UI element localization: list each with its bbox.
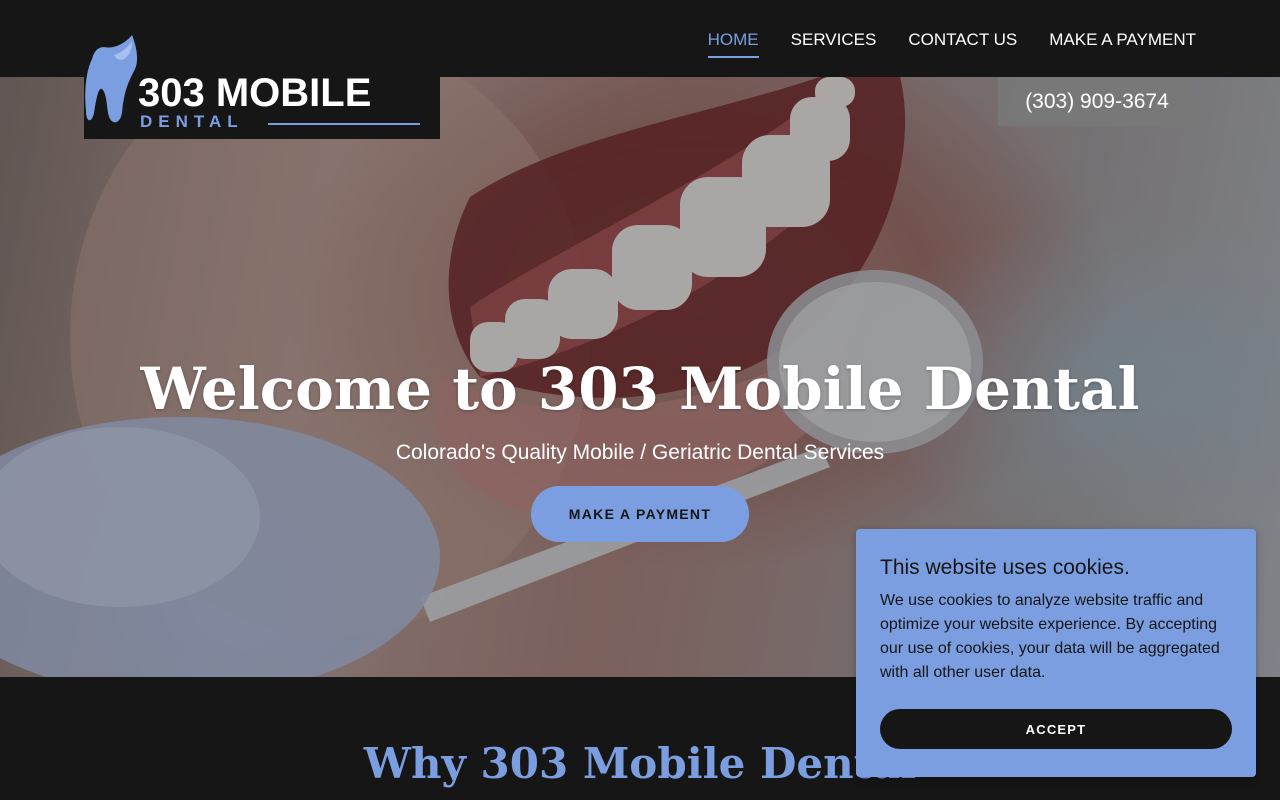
logo-wordmark: 303 MOBILE: [138, 71, 372, 115]
make-a-payment-button[interactable]: MAKE A PAYMENT: [531, 486, 749, 542]
nav-make-a-payment-link[interactable]: MAKE A PAYMENT: [1049, 30, 1196, 58]
cookie-banner-title: This website uses cookies.: [880, 556, 1130, 579]
cookie-accept-button[interactable]: ACCEPT: [880, 709, 1232, 749]
site-logo[interactable]: 303 MOBILE DENTAL: [84, 31, 440, 139]
nav-services-link[interactable]: SERVICES: [791, 30, 877, 58]
logo-rule: [268, 123, 420, 125]
main-nav: HOME SERVICES CONTACT US MAKE A PAYMENT: [707, 30, 1196, 58]
logo-subtitle: DENTAL: [140, 112, 244, 131]
nav-contact-us-link[interactable]: CONTACT US: [908, 30, 1017, 58]
cookie-banner: This website uses cookies. We use cookie…: [856, 529, 1256, 777]
tooth-icon: [85, 35, 138, 123]
nav-home-link[interactable]: HOME: [707, 30, 759, 58]
hero-title: Welcome to 303 Mobile Dental: [140, 355, 1140, 423]
cookie-banner-text: We use cookies to analyze website traffi…: [880, 592, 1220, 681]
hero-subtitle: Colorado's Quality Mobile / Geriatric De…: [395, 441, 885, 464]
phone-number-button[interactable]: (303) 909-3674: [998, 77, 1196, 126]
